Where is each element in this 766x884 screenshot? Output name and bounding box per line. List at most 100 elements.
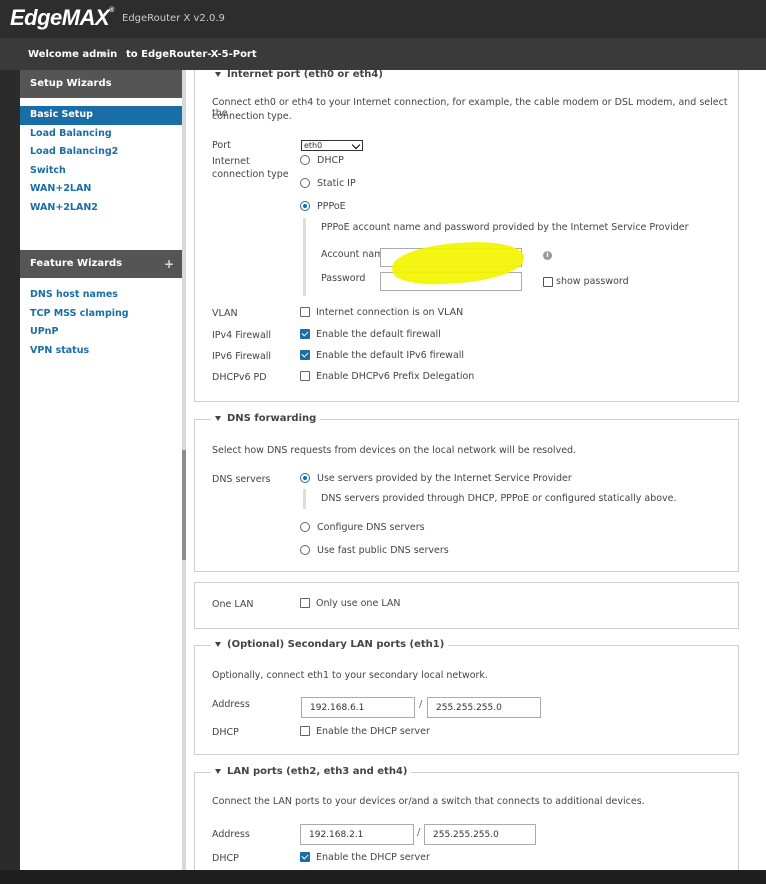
collapse-icon[interactable] [215,768,221,774]
secondary-dhcp-label: DHCP [212,727,239,738]
lan-dhcp-checkbox[interactable]: Enable the DHCP server [300,851,430,865]
sidebar-item-switch[interactable]: Switch [20,162,182,181]
radio-pppoe-icon[interactable] [300,200,310,211]
port-label: Port [212,140,231,151]
sidebar-item-load-balancing[interactable]: Load Balancing [20,125,182,144]
radio-dns-configure-icon[interactable] [300,521,310,532]
radio-dns-isp[interactable]: Use servers provided by the Internet Ser… [300,472,572,486]
radio-pppoe[interactable]: PPPoE [300,200,346,214]
sidebar-item-dns-host-names[interactable]: DNS host names [20,286,182,305]
pppoe-section: PPPoE account name and password provided… [303,218,689,296]
ipv6-firewall-checkbox[interactable]: Enable the default IPv6 firewall [300,349,464,363]
radio-static-icon[interactable] [300,177,310,188]
sidebar-item-wan-2lan[interactable]: WAN+2LAN [20,180,182,199]
radio-dhcp[interactable]: DHCP [300,154,344,168]
internet-port-legend[interactable]: Internet port (eth0 or eth4) [211,70,387,80]
radio-dns-isp-icon[interactable] [300,472,310,483]
collapse-icon[interactable] [215,415,221,421]
dns-desc: Select how DNS requests from devices on … [212,445,577,456]
welcome-bar: Welcome admin to EdgeRouter-X-5-Port [0,38,766,70]
internet-port-panel: Internet port (eth0 or eth4) Connect eth… [194,70,739,402]
dhcpv6-pd-checkbox[interactable]: Enable DHCPv6 Prefix Delegation [300,370,474,384]
radio-dns-isp-label: Use servers provided by the Internet Ser… [317,473,572,484]
password-label: Password [321,273,366,284]
sidebar-item-upnp[interactable]: UPnP [20,323,182,342]
one-lan-checkbox-box[interactable] [300,597,310,608]
ipv6-checkbox-box[interactable] [300,349,310,360]
ipv4-firewall-checkbox[interactable]: Enable the default firewall [300,328,441,342]
sidebar-item-vpn-status[interactable]: VPN status [20,342,182,361]
show-password-checkbox[interactable] [543,277,553,287]
ipv4-firewall-label: IPv4 Firewall [212,330,272,341]
ipv4-option-label: Enable the default firewall [316,329,441,340]
vlan-checkbox[interactable]: Internet connection is on VLAN [300,306,463,320]
dns-forwarding-panel: DNS forwarding Select how DNS requests f… [194,413,739,572]
dhcpv6-checkbox-box[interactable] [300,370,310,381]
lan-address-separator: / [417,827,421,838]
radio-dns-public[interactable]: Use fast public DNS servers [300,544,449,558]
sidebar-item-tcp-mss-clamping[interactable]: TCP MSS clamping [20,305,182,324]
router-name: to EdgeRouter-X-5-Port [126,49,257,60]
sidebar-item-wan-2lan2[interactable]: WAN+2LAN2 [20,199,182,218]
lan-dhcp-checkbox-box[interactable] [300,851,310,862]
lan-ports-title: LAN ports (eth2, eth3 and eth4) [227,766,408,777]
dns-isp-desc: DNS servers provided through DHCP, PPPoE… [321,493,677,504]
lan-dhcp-label: DHCP [212,853,239,864]
internet-port-title: Internet port (eth0 or eth4) [227,70,383,80]
lan-ports-legend[interactable]: LAN ports (eth2, eth3 and eth4) [211,766,412,777]
dhcpv6-option-label: Enable DHCPv6 Prefix Delegation [316,371,475,382]
sidebar-item-load-balancing2[interactable]: Load Balancing2 [20,143,182,162]
secondary-netmask-input[interactable]: 255.255.255.0 [427,697,541,718]
ipv4-checkbox-box[interactable] [300,328,310,339]
one-lan-panel: One LAN Only use one LAN [194,582,739,629]
lan-ports-desc: Connect the LAN ports to your devices or… [212,796,645,807]
setup-wizards-header: Setup Wizards [20,70,182,98]
internet-desc-line2: connection type. [212,111,292,122]
plus-icon[interactable]: + [164,250,174,278]
info-icon[interactable]: i [543,251,552,260]
dhcpv6-pd-label: DHCPv6 PD [212,372,267,383]
radio-static-ip[interactable]: Static IP [300,177,356,191]
lan-address-label: Address [212,829,250,840]
radio-dns-public-label: Use fast public DNS servers [317,545,449,556]
one-lan-checkbox[interactable]: Only use one LAN [300,597,400,611]
address-separator: / [419,699,423,710]
secondary-lan-title: (Optional) Secondary LAN ports (eth1) [227,639,445,650]
trademark: ® [109,7,114,14]
radio-dns-configure-label: Configure DNS servers [317,522,425,533]
secondary-lan-desc: Optionally, connect eth1 to your seconda… [212,670,488,681]
dns-forwarding-legend[interactable]: DNS forwarding [211,413,321,424]
sidebar-item-basic-setup[interactable]: Basic Setup [20,106,182,125]
secondary-lan-legend[interactable]: (Optional) Secondary LAN ports (eth1) [211,639,449,650]
port-select[interactable]: eth0 [301,140,363,151]
dns-servers-label: DNS servers [212,474,271,485]
secondary-address-label: Address [212,699,250,710]
collapse-icon[interactable] [215,641,221,647]
vlan-checkbox-box[interactable] [300,306,310,317]
sidebar: Setup Wizards Basic Setup Load Balancing… [20,70,182,870]
feature-wizards-title: Feature Wizards [30,258,123,269]
feature-wizards-header[interactable]: Feature Wizards + [20,250,182,278]
one-lan-option-label: Only use one LAN [316,598,401,609]
radio-dhcp-label: DHCP [317,155,344,166]
radio-dns-public-icon[interactable] [300,544,310,555]
pppoe-desc: PPPoE account name and password provided… [321,222,689,233]
version-label: EdgeRouter X v2.0.9 [122,13,225,24]
vlan-option-label: Internet connection is on VLAN [316,307,464,318]
secondary-dhcp-checkbox-box[interactable] [300,725,310,736]
collapse-icon[interactable] [215,71,221,77]
main-content: Internet port (eth0 or eth4) Connect eth… [186,70,766,870]
secondary-dhcp-checkbox[interactable]: Enable the DHCP server [300,725,430,739]
edgemax-logo[interactable]: EdgeMAX® [10,5,114,31]
ipv6-option-label: Enable the default IPv6 firewall [316,350,465,361]
secondary-address-input[interactable]: 192.168.6.1 [301,697,415,718]
chevron-down-icon[interactable] [101,53,107,57]
radio-dhcp-icon[interactable] [300,154,310,165]
dns-isp-section: DNS servers provided through DHCP, PPPoE… [303,489,677,509]
secondary-dhcp-option-label: Enable the DHCP server [316,726,430,737]
show-password-label: show password [556,276,629,287]
lan-ports-panel: LAN ports (eth2, eth3 and eth4) Connect … [194,766,739,870]
lan-address-input[interactable]: 192.168.2.1 [300,824,414,845]
lan-netmask-input[interactable]: 255.255.255.0 [424,824,536,845]
radio-dns-configure[interactable]: Configure DNS servers [300,521,425,535]
